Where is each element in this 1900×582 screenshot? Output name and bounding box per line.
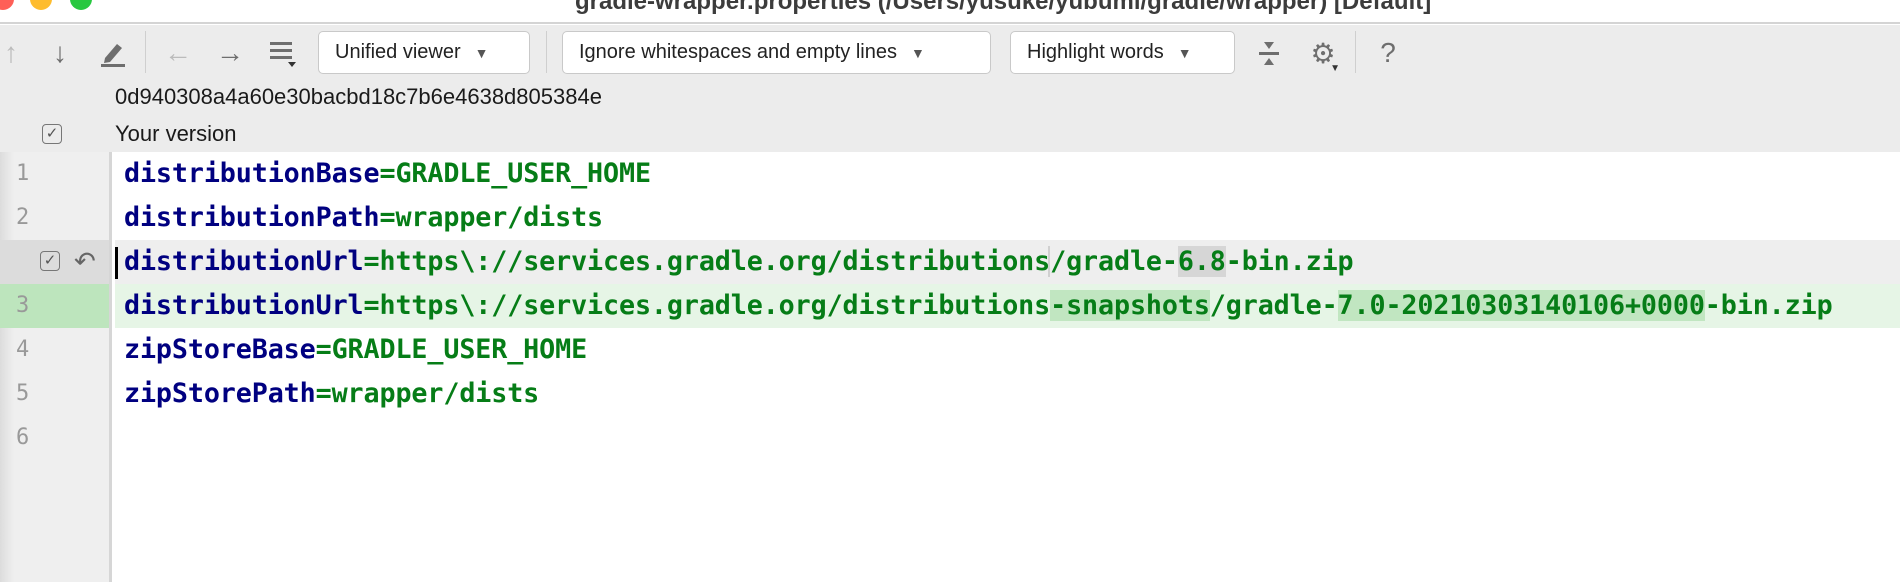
chevron-down-icon: ▼ <box>910 44 925 61</box>
toolbar-separator <box>546 31 547 73</box>
line-number: 4 <box>16 337 30 362</box>
highlight-label: Highlight words <box>1027 41 1164 63</box>
added-word-highlight: 7.0-20210303140106+0000 <box>1337 290 1705 321</box>
property-value: wrapper/dists <box>395 202 604 233</box>
added-word-highlight: -snapshots <box>1050 290 1210 321</box>
arrow-up-icon[interactable]: ↑ <box>0 37 22 68</box>
minimize-window-button[interactable] <box>30 0 52 10</box>
whitespace-dropdown[interactable]: Ignore whitespaces and empty lines ▼ <box>562 31 991 74</box>
property-value: GRADLE_USER_HOME <box>395 158 651 189</box>
chevron-down-icon: ▼ <box>474 44 489 61</box>
toolbar-separator <box>1355 31 1356 73</box>
diff-editor[interactable]: distributionBase=GRADLE_USER_HOME distri… <box>115 152 1900 582</box>
line-number-gutter: ✓ ↶ 1 2 3 4 5 6 <box>0 152 112 582</box>
gear-icon[interactable]: ⚙ ▼ <box>1306 38 1340 75</box>
diff-toolbar: ↑ ↓ ← → Unified viewer ▼ Ignore whitespac… <box>0 25 1900 152</box>
line-number: 1 <box>16 161 30 186</box>
equals-sign: = <box>363 246 380 277</box>
value-part: https\://services.gradle.org/distributio… <box>379 290 1051 321</box>
arrow-down-icon[interactable]: ↓ <box>46 37 74 68</box>
equals-sign: = <box>363 290 380 321</box>
line-number: 6 <box>16 425 30 450</box>
text-cursor <box>115 247 118 279</box>
property-key: distributionPath <box>124 202 380 233</box>
your-version-checkbox[interactable]: ✓ <box>42 124 62 144</box>
value-part: -bin.zip <box>1704 290 1833 321</box>
value-part: https\://services.gradle.org/distributio… <box>379 246 1051 277</box>
chevron-down-icon: ▼ <box>1177 44 1192 61</box>
line-number: 5 <box>16 381 30 406</box>
arrow-left-icon[interactable]: ← <box>163 37 193 68</box>
edit-icon[interactable] <box>98 38 128 68</box>
equals-sign: = <box>379 202 396 233</box>
help-icon[interactable]: ? <box>1376 37 1400 68</box>
line-number: 3 <box>16 293 30 318</box>
property-key: distributionUrl <box>124 290 364 321</box>
added-code-line: distributionUrl=https\://services.gradle… <box>115 284 1900 328</box>
close-window-button[interactable] <box>0 0 14 10</box>
collapse-icon[interactable] <box>1255 38 1283 68</box>
title-bar: gradle-wrapper.properties (/Users/yusuke… <box>0 0 1900 24</box>
maximize-window-button[interactable] <box>70 0 92 10</box>
apply-change-checkbox[interactable]: ✓ <box>40 251 60 271</box>
highlight-dropdown[interactable]: Highlight words ▼ <box>1010 31 1235 74</box>
equals-sign: = <box>315 334 332 365</box>
revision-hash: 0d940308a4a60e30bacbd18c7b6e4638d805384e <box>115 84 602 109</box>
value-part: /gradle- <box>1209 290 1338 321</box>
arrow-right-icon[interactable]: → <box>215 37 245 68</box>
toolbar-separator <box>145 31 146 73</box>
equals-sign: = <box>379 158 396 189</box>
revert-icon[interactable]: ↶ <box>74 246 96 277</box>
viewer-mode-label: Unified viewer <box>335 41 461 63</box>
property-key: zipStoreBase <box>124 334 316 365</box>
value-part: /gradle- <box>1048 246 1178 277</box>
value-part: -bin.zip <box>1225 246 1354 277</box>
gutter-removed-line: ✓ ↶ <box>0 240 109 284</box>
property-value: GRADLE_USER_HOME <box>331 334 588 365</box>
property-value: wrapper/dists <box>331 378 540 409</box>
window-title: gradle-wrapper.properties (/Users/yusuke… <box>575 0 1432 15</box>
code-line: zipStorePath=wrapper/dists <box>115 372 1900 416</box>
equals-sign: = <box>315 378 332 409</box>
removed-code-line: distributionUrl=https\://services.gradle… <box>115 240 1900 284</box>
whitespace-label: Ignore whitespaces and empty lines <box>579 41 897 63</box>
code-line: distributionPath=wrapper/dists <box>115 196 1900 240</box>
property-key: distributionUrl <box>124 246 364 277</box>
viewer-mode-dropdown[interactable]: Unified viewer ▼ <box>318 31 530 74</box>
property-key: distributionBase <box>124 158 380 189</box>
removed-word-highlight: 6.8 <box>1177 246 1226 277</box>
property-key: zipStorePath <box>124 378 316 409</box>
code-line: zipStoreBase=GRADLE_USER_HOME <box>115 328 1900 372</box>
your-version-label: Your version <box>115 121 237 146</box>
line-number: 2 <box>16 205 30 230</box>
menu-icon[interactable] <box>268 38 298 68</box>
code-line: distributionBase=GRADLE_USER_HOME <box>115 152 1900 196</box>
